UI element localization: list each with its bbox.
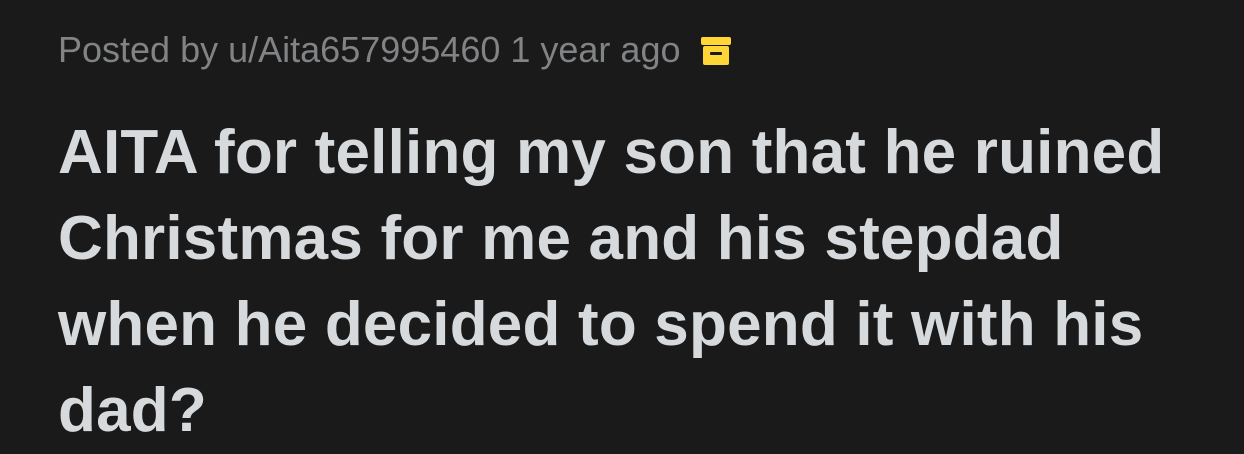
post-title[interactable]: AITA for telling my son that he ruined C…: [58, 110, 1218, 454]
author-link[interactable]: u/Aita657995460: [228, 29, 500, 71]
archive-icon: [700, 34, 732, 66]
posted-by-label: Posted by: [58, 29, 219, 70]
post-meta: Posted by u/Aita657995460 1 year ago: [58, 28, 732, 72]
post-timestamp[interactable]: 1 year ago: [510, 29, 680, 71]
